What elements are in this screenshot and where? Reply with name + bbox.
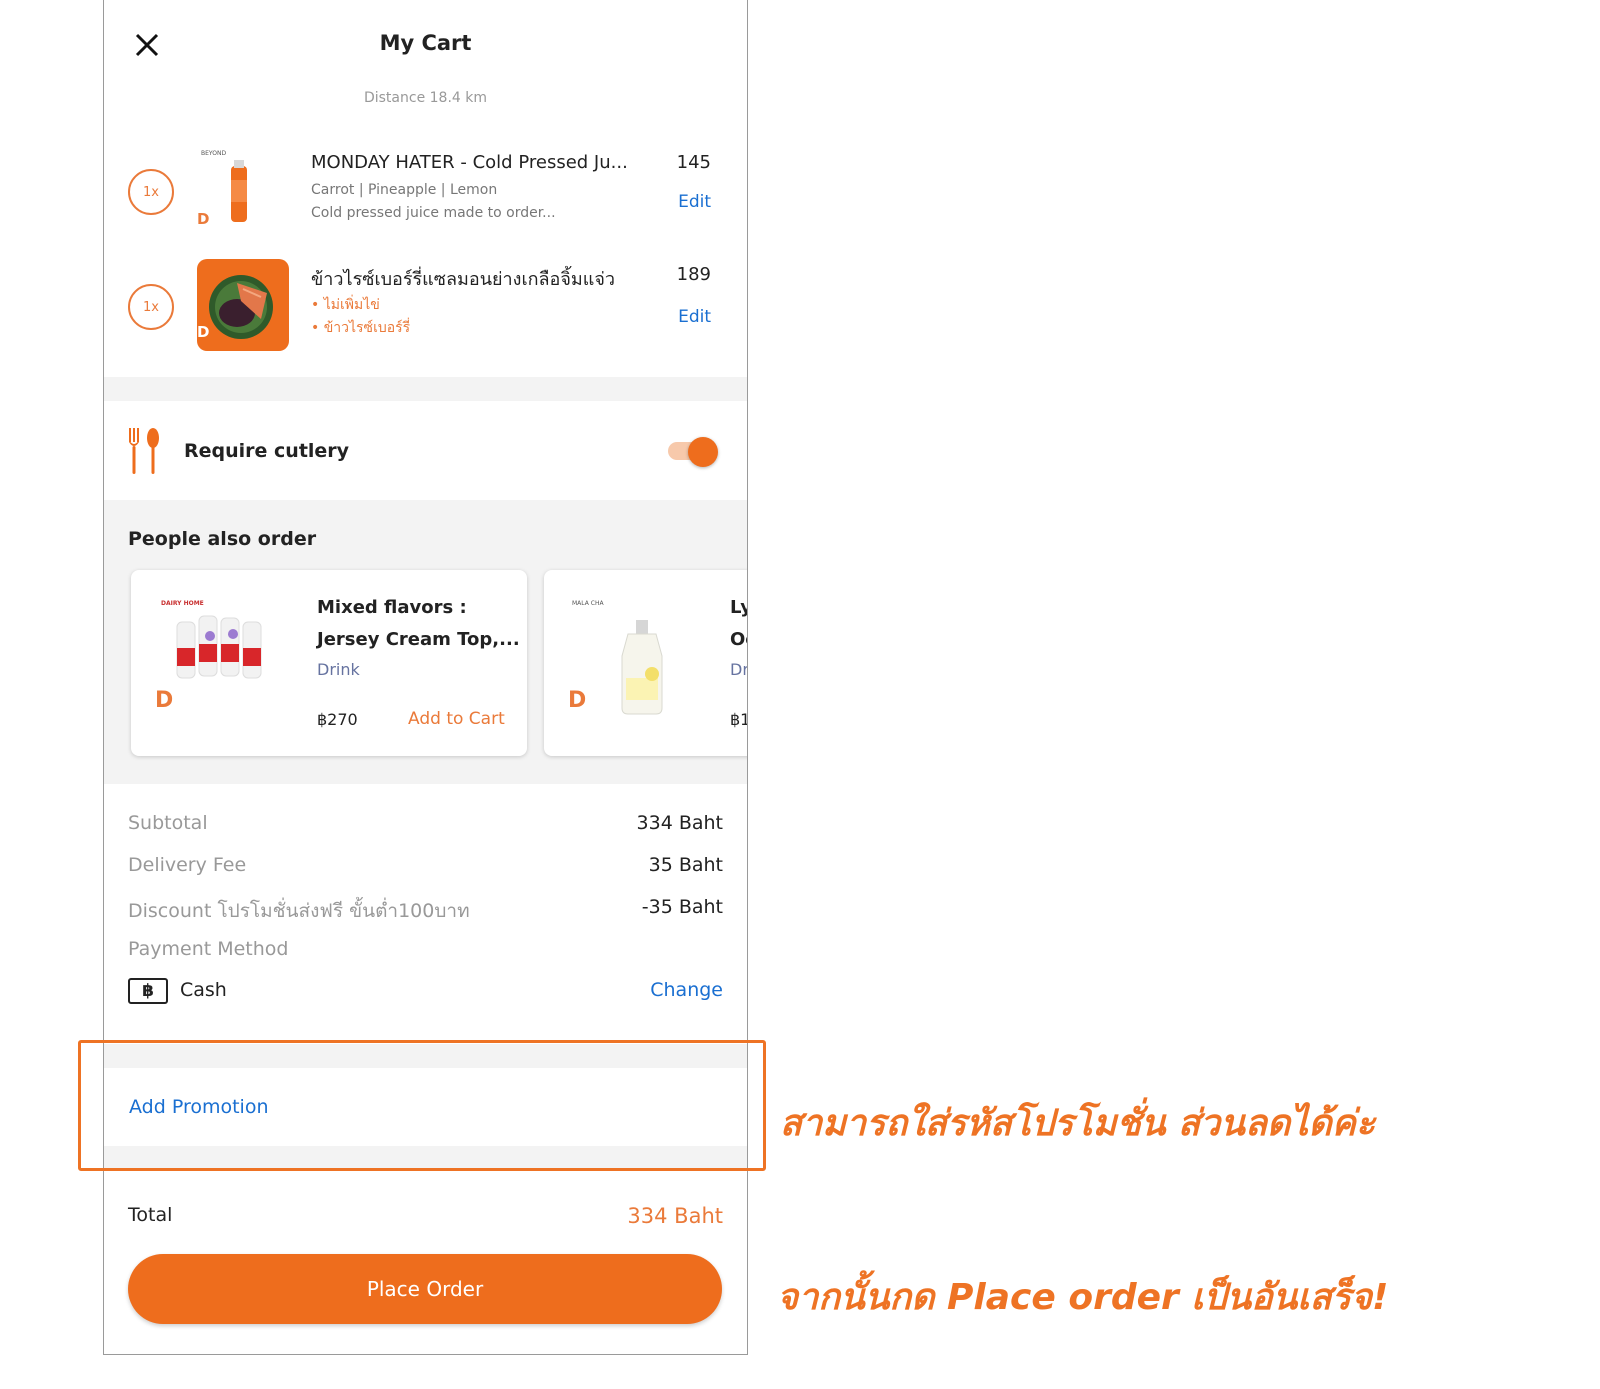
quantity-badge[interactable]: 1x xyxy=(128,169,174,215)
change-payment-link[interactable]: Change xyxy=(650,979,723,1001)
item-name: ข้าวไรซ์เบอร์รี่แซลมอนย่างเกลือจิ้มแจ่ว xyxy=(311,269,616,290)
promo-annotation: สามารถใส่รหัสโปรโมชั่น ส่วนลดได้ค่ะ xyxy=(780,1103,1376,1144)
cutlery-toggle[interactable] xyxy=(668,437,718,467)
item-price: 145 xyxy=(676,152,711,173)
product-image: MALA CHA xyxy=(568,586,708,716)
product-image: DAIRY HOME xyxy=(155,586,285,716)
item-price: 189 xyxy=(676,264,711,285)
product-price: ฿270 xyxy=(317,710,358,729)
product-category: Dr xyxy=(730,660,748,679)
product-name: Oc xyxy=(730,629,747,650)
item-name: MONDAY HATER - Cold Pressed Ju... xyxy=(311,152,628,173)
order-annotation: จากนั้นกด Place order เป็นอันเสร็จ! xyxy=(777,1277,1389,1318)
recommendation-card[interactable]: MALA CHA D Ly Oc Dr ฿1 xyxy=(544,570,748,756)
recommendation-card[interactable]: DAIRY HOME D Mixed flavors : Jersey Crea… xyxy=(131,570,527,756)
payment-method-label: Payment Method xyxy=(128,938,289,960)
brand-logo: DAIRY HOME xyxy=(161,600,204,607)
baht-icon: ฿ xyxy=(128,978,168,1004)
product-name: Mixed flavors : xyxy=(317,597,467,618)
discount-value: -35 Baht xyxy=(641,896,723,918)
edit-link[interactable]: Edit xyxy=(631,192,711,212)
total-value: 334 Baht xyxy=(627,1204,723,1228)
cutlery-label: Require cutlery xyxy=(184,440,350,462)
brand-logo: BEYOND xyxy=(201,150,227,157)
total-label: Total xyxy=(128,1204,173,1226)
promotion-highlight-box xyxy=(78,1040,766,1171)
section-title: People also order xyxy=(128,528,317,550)
add-to-cart-button[interactable]: Add to Cart xyxy=(408,709,505,729)
payment-method-value: Cash xyxy=(180,979,227,1001)
delivery-fee-value: 35 Baht xyxy=(648,854,723,876)
distance-label: Distance 18.4 km xyxy=(363,90,488,106)
discount-label: Discount โปรโมชั่นส่งฟรี ขั้นต่ำ100บาท xyxy=(128,900,470,922)
subtotal-label: Subtotal xyxy=(128,812,208,834)
item-thumbnail: BEYOND D xyxy=(197,144,289,236)
product-price: ฿1 xyxy=(730,710,747,729)
d-badge: D xyxy=(155,688,174,713)
product-name: Jersey Cream Top,... xyxy=(317,629,520,650)
item-option: • ข้าวไรซ์เบอร์รี่ xyxy=(311,320,411,336)
item-detail: Cold pressed juice made to order... xyxy=(311,205,556,221)
quantity-badge[interactable]: 1x xyxy=(128,284,174,330)
product-category: Drink xyxy=(317,660,360,679)
toggle-knob xyxy=(688,437,718,467)
place-order-button[interactable]: Place Order xyxy=(128,1254,722,1324)
d-badge: D xyxy=(197,323,210,341)
d-badge: D xyxy=(197,210,210,228)
cutlery-icon xyxy=(126,426,162,476)
delivery-fee-label: Delivery Fee xyxy=(128,854,247,876)
item-detail: Carrot | Pineapple | Lemon xyxy=(311,182,498,198)
section-divider xyxy=(104,377,747,401)
edit-link[interactable]: Edit xyxy=(631,307,711,327)
product-name: Ly xyxy=(730,597,747,618)
brand-logo: MALA CHA xyxy=(572,600,604,607)
subtotal-value: 334 Baht xyxy=(636,812,723,834)
item-thumbnail: D xyxy=(197,259,289,351)
page-title: My Cart xyxy=(379,31,472,55)
d-badge: D xyxy=(568,688,587,713)
item-option: • ไม่เพิ่มไข่ xyxy=(311,297,380,313)
